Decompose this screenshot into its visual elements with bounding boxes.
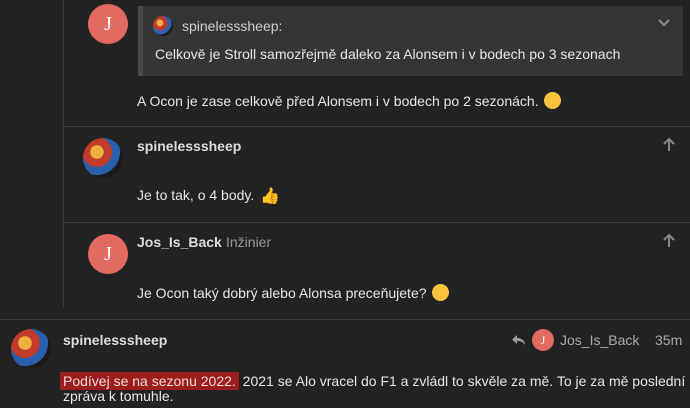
post-text-line2: zpráva k tomuhle.: [63, 388, 174, 404]
reply-to-avatar: J: [532, 329, 554, 351]
thread-line: [63, 0, 64, 308]
topic-thread: J spinelesssheep: Celkově je Stroll samo…: [0, 0, 690, 408]
post-text: Je to tak, o 4 body.: [137, 187, 255, 203]
avatar[interactable]: [11, 329, 51, 369]
post-divider: [63, 222, 690, 223]
reply-to-username: Jos_Is_Back: [560, 332, 640, 348]
chevron-down-icon[interactable]: [657, 16, 671, 30]
thumbs-up-emoji: 👍: [260, 188, 281, 205]
post-body: Je to tak, o 4 body. 👍: [137, 186, 280, 206]
post-body: Je Ocon taký dobrý alebo Alonsa preceňuj…: [137, 284, 450, 301]
arrow-up-icon[interactable]: [661, 137, 677, 153]
post-divider: [0, 319, 690, 320]
reply-arrow-icon: [512, 335, 525, 345]
avatar[interactable]: J: [88, 4, 128, 44]
post-username[interactable]: Jos_Is_Back: [137, 234, 222, 250]
post-time[interactable]: 35m: [655, 332, 682, 348]
post-text: Je Ocon taký dobrý alebo Alonsa preceňuj…: [137, 285, 427, 301]
avatar-letter: J: [540, 332, 546, 347]
avatar-letter: J: [104, 242, 112, 265]
post-body: A Ocon je zase celkově před Alonsem i v …: [137, 92, 562, 109]
post-text: A Ocon je zase celkově před Alonsem i v …: [137, 93, 539, 109]
quote-author: spinelesssheep:: [182, 18, 283, 34]
avatar[interactable]: [83, 138, 123, 178]
shushing-face-emoji: [544, 92, 562, 109]
quote-header[interactable]: spinelesssheep:: [153, 16, 282, 36]
arrow-up-icon[interactable]: [661, 233, 677, 249]
quote-avatar: [153, 16, 173, 36]
avatar-letter: J: [104, 12, 112, 35]
quote-block: spinelesssheep: Celkově je Stroll samozř…: [138, 6, 683, 76]
post-text: 2021 se Alo vracel do F1 a zvládl to skv…: [238, 373, 686, 389]
avatar[interactable]: J: [88, 234, 128, 274]
post-divider: [63, 126, 690, 127]
post-username[interactable]: spinelesssheep: [63, 332, 167, 348]
user-title: Inžinier: [226, 234, 272, 250]
quote-text: Celkově je Stroll samozřejmě daleko za A…: [155, 46, 621, 62]
reply-to-indicator[interactable]: J Jos_Is_Back: [512, 329, 639, 351]
post-username[interactable]: spinelesssheep: [137, 138, 241, 154]
thinking-face-emoji: [432, 284, 450, 301]
